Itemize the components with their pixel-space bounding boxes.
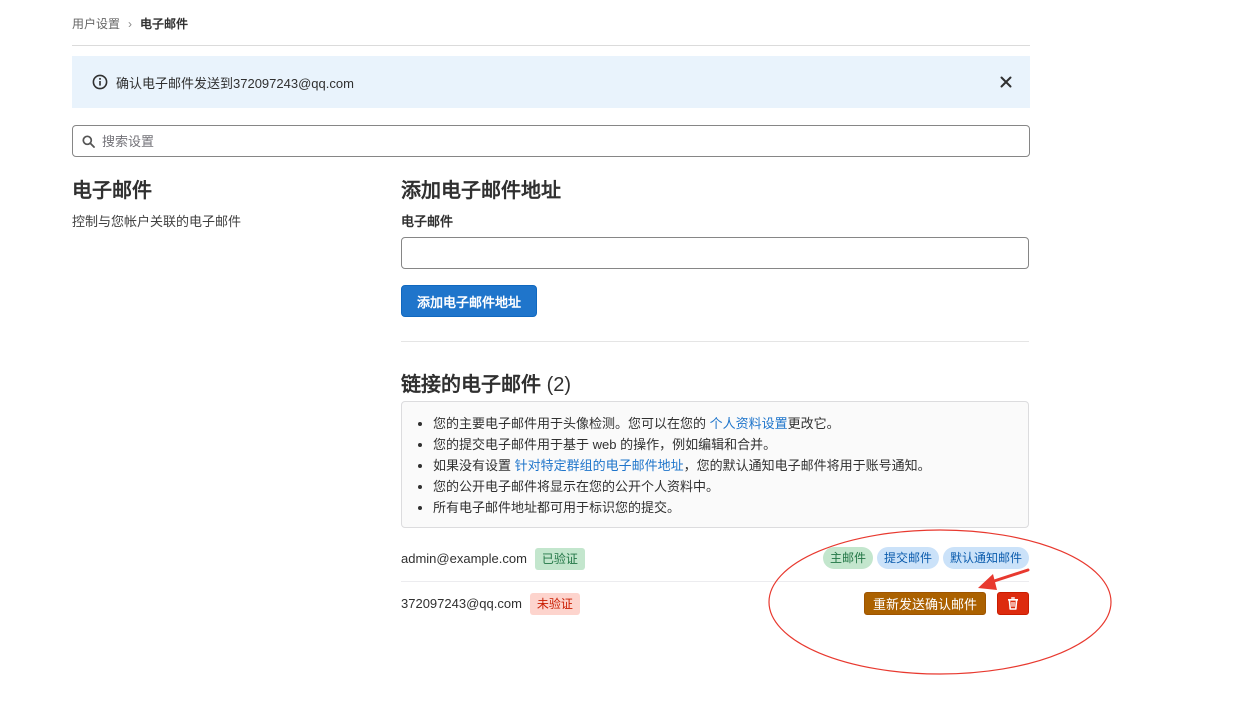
notification-email-badge: 默认通知邮件 <box>942 547 1029 569</box>
trash-icon <box>1008 597 1018 610</box>
add-email-title: 添加电子邮件地址 <box>401 180 561 202</box>
breadcrumb-separator: › <box>128 16 133 31</box>
info-item-public: 您的公开电子邮件将显示在您的公开个人资料中。 <box>433 476 1028 497</box>
email-actions: 重新发送确认邮件 <box>863 592 1029 615</box>
info-item-3-text-after: ，您的默认通知电子邮件将用于账号通知。 <box>683 458 931 473</box>
alert-close-button[interactable] <box>996 72 1016 92</box>
verified-badge: 已验证 <box>534 547 585 570</box>
info-icon <box>92 74 108 90</box>
commit-email-badge: 提交邮件 <box>876 547 939 569</box>
close-icon <box>1000 76 1012 88</box>
info-item-notification: 如果没有设置 针对特定群组的电子邮件地址，您的默认通知电子邮件将用于账号通知。 <box>433 455 1028 476</box>
linked-emails-count: (2) <box>546 374 572 396</box>
email-address: 372097243@qq.com <box>401 596 522 611</box>
info-item-1-text-before: 您的主要电子邮件用于头像检测。您可以在您的 <box>433 416 707 431</box>
email-info-box: 您的主要电子邮件用于头像检测。您可以在您的 个人资料设置更改它。 您的提交电子邮… <box>401 401 1029 528</box>
breadcrumb: 用户设置 › 电子邮件 <box>72 15 188 32</box>
breadcrumb-parent[interactable]: 用户设置 <box>72 15 120 32</box>
section-title: 电子邮件 <box>72 180 152 202</box>
linked-emails-title: 链接的电子邮件 (2) <box>401 368 571 397</box>
info-item-avatar: 您的主要电子邮件用于头像检测。您可以在您的 个人资料设置更改它。 <box>433 413 1028 434</box>
add-email-button[interactable]: 添加电子邮件地址 <box>401 285 537 317</box>
profile-settings-link[interactable]: 个人资料设置 <box>710 416 788 431</box>
email-row: admin@example.com 已验证 主邮件 提交邮件 默认通知邮件 <box>401 536 1029 582</box>
info-list: 您的主要电子邮件用于头像检测。您可以在您的 个人资料设置更改它。 您的提交电子邮… <box>402 402 1028 518</box>
email-field-label: 电子邮件 <box>401 214 454 229</box>
header-divider <box>72 45 1030 46</box>
search-input[interactable] <box>100 132 1004 150</box>
info-item-3-text-before: 如果没有设置 <box>433 458 512 473</box>
primary-email-badge: 主邮件 <box>822 547 873 569</box>
section-divider <box>401 341 1029 342</box>
info-item-commit: 您的提交电子邮件用于基于 web 的操作，例如编辑和合并。 <box>433 434 1028 455</box>
email-address: admin@example.com <box>401 551 527 566</box>
email-field[interactable] <box>401 237 1029 269</box>
email-row: 372097243@qq.com 未验证 重新发送确认邮件 <box>401 581 1029 626</box>
email-labels: 主邮件 提交邮件 默认通知邮件 <box>819 547 1029 569</box>
search-icon <box>82 134 95 148</box>
delete-email-button[interactable] <box>997 592 1029 615</box>
resend-confirmation-button[interactable]: 重新发送确认邮件 <box>863 592 986 615</box>
group-email-link[interactable]: 针对特定群组的电子邮件地址 <box>515 458 684 473</box>
info-item-identify: 所有电子邮件地址都可用于标识您的提交。 <box>433 497 1028 518</box>
section-description: 控制与您帐户关联的电子邮件 <box>72 214 242 229</box>
confirmation-alert: 确认电子邮件发送到372097243@qq.com <box>72 56 1030 108</box>
info-item-1-text-after: 更改它。 <box>787 416 840 431</box>
breadcrumb-current: 电子邮件 <box>140 17 189 31</box>
alert-text: 确认电子邮件发送到372097243@qq.com <box>116 75 354 91</box>
unverified-badge: 未验证 <box>529 592 580 615</box>
search-settings-box[interactable] <box>72 125 1030 157</box>
linked-emails-heading: 链接的电子邮件 <box>401 374 541 396</box>
